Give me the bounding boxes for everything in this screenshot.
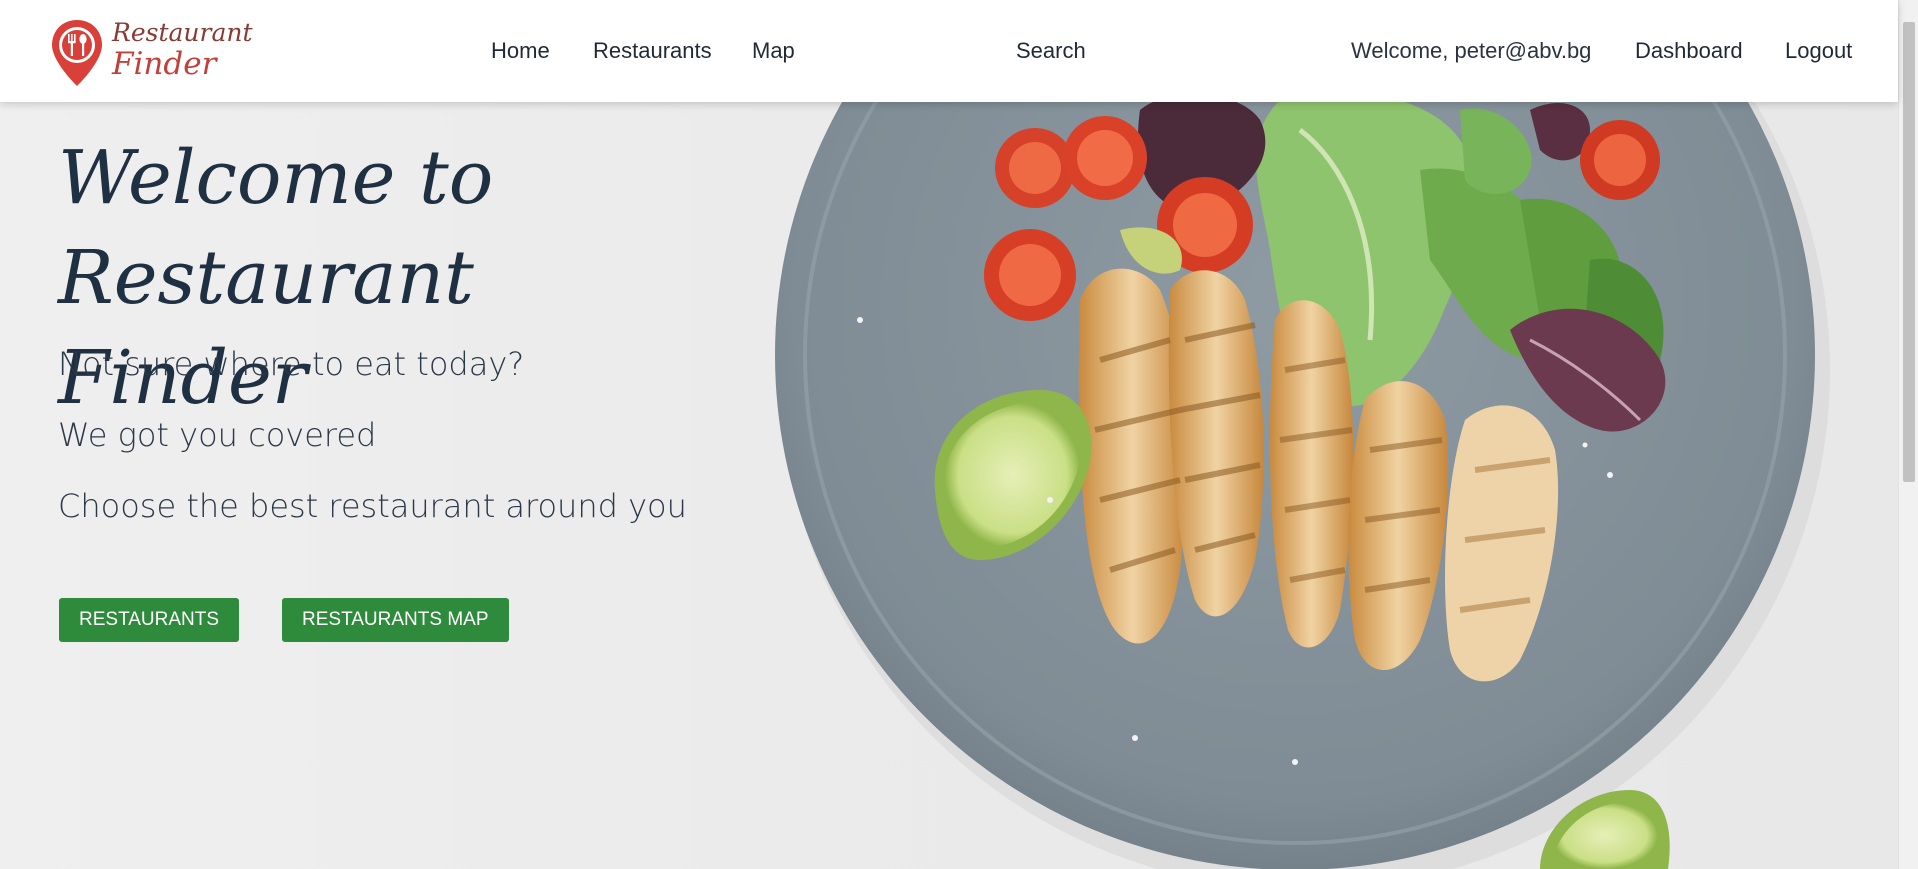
- site-logo[interactable]: Restaurant Finder: [50, 18, 253, 90]
- nav-search[interactable]: Search: [1016, 38, 1086, 64]
- logo-line-2: Finder: [112, 46, 217, 82]
- nav-map[interactable]: Map: [752, 38, 795, 64]
- restaurants-map-button[interactable]: RESTAURANTS MAP: [282, 598, 509, 642]
- hero-title-line-2: Restaurant Finder: [58, 235, 474, 421]
- map-pin-fork-spoon-icon: [52, 20, 102, 86]
- nav-logout[interactable]: Logout: [1785, 38, 1852, 64]
- welcome-user-text: Welcome, peter@abv.bg: [1351, 38, 1592, 63]
- hero-title: Welcome to Restaurant Finder: [58, 128, 698, 428]
- hero-food-image: [775, 102, 1830, 869]
- page-scrollbar[interactable]: [1898, 0, 1918, 869]
- nav-home[interactable]: Home: [491, 38, 550, 64]
- logo-text: Restaurant Finder: [112, 20, 253, 80]
- nav-dashboard[interactable]: Dashboard: [1635, 38, 1743, 64]
- tagline-2: We got you covered: [58, 416, 377, 454]
- nav-restaurants[interactable]: Restaurants: [593, 38, 712, 64]
- tagline-3: Choose the best restaurant around you: [58, 487, 687, 525]
- hero-title-line-1: Welcome to: [58, 135, 494, 221]
- scrollbar-thumb[interactable]: [1903, 22, 1915, 482]
- hero-section: Welcome to Restaurant Finder Not sure wh…: [0, 102, 1898, 869]
- restaurants-button[interactable]: RESTAURANTS: [59, 598, 240, 642]
- tagline-1: Not sure where to eat today?: [58, 345, 525, 383]
- navbar: Restaurant Finder Home Restaurants Map S…: [0, 0, 1898, 102]
- logo-line-1: Restaurant: [112, 18, 253, 47]
